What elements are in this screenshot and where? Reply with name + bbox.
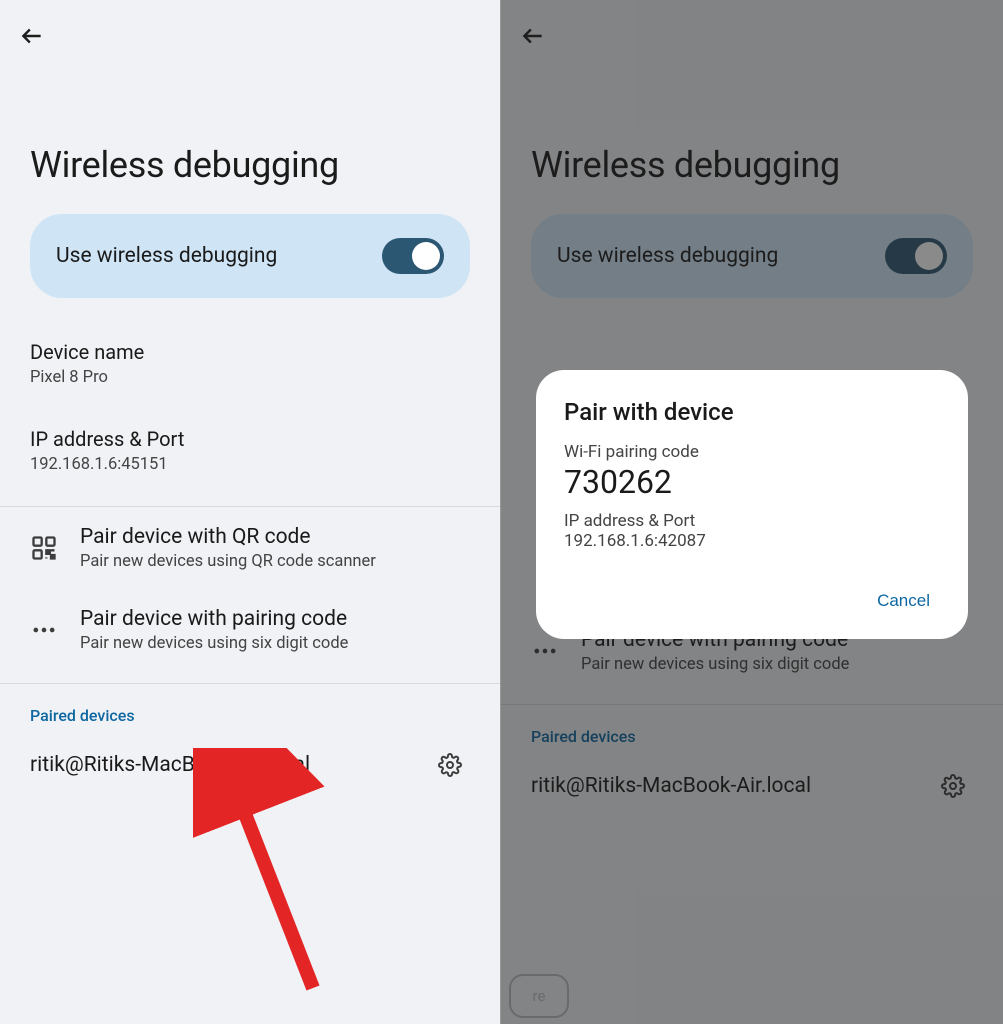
pair-qr-row[interactable]: Pair device with QR code Pair new device… bbox=[0, 507, 500, 589]
screen-wireless-debugging: Wireless debugging Use wireless debuggin… bbox=[0, 0, 501, 1024]
arrow-back-icon bbox=[19, 23, 45, 49]
appbar bbox=[0, 0, 500, 72]
device-name-value: Pixel 8 Pro bbox=[30, 368, 470, 387]
switch-thumb bbox=[412, 242, 440, 270]
cancel-button[interactable]: Cancel bbox=[867, 581, 940, 621]
page-title: Wireless debugging bbox=[0, 72, 500, 214]
pair-code-sub: Pair new devices using six digit code bbox=[80, 631, 470, 653]
dialog-ip-label: IP address & Port bbox=[564, 511, 940, 531]
pair-code-row[interactable]: Pair device with pairing code Pair new d… bbox=[0, 589, 500, 671]
paired-device-name: ritik@Ritiks-MacBook-Air.local bbox=[30, 753, 310, 777]
dialog-title: Pair with device bbox=[564, 398, 940, 442]
qr-code-icon bbox=[30, 534, 58, 562]
paired-device-row[interactable]: ritik@Ritiks-MacBook-Air.local bbox=[0, 735, 500, 807]
pairing-code-icon bbox=[30, 616, 58, 644]
gear-icon bbox=[438, 753, 462, 777]
modal-overlay[interactable]: Pair with device Wi-Fi pairing code 7302… bbox=[501, 0, 1003, 1024]
ip-port-value: 192.168.1.6:45151 bbox=[30, 455, 470, 474]
paired-device-settings-button[interactable] bbox=[430, 745, 470, 785]
ip-port-label: IP address & Port bbox=[30, 427, 470, 455]
wireless-debugging-toggle-card[interactable]: Use wireless debugging bbox=[30, 214, 470, 298]
pairing-code-label: Wi-Fi pairing code bbox=[564, 442, 940, 463]
toggle-label: Use wireless debugging bbox=[56, 244, 277, 268]
pair-qr-title: Pair device with QR code bbox=[80, 525, 470, 549]
device-name-label: Device name bbox=[30, 340, 470, 368]
pair-qr-sub: Pair new devices using QR code scanner bbox=[80, 549, 470, 571]
dialog-ip-value: 192.168.1.6:42087 bbox=[564, 531, 940, 581]
paired-devices-header: Paired devices bbox=[0, 684, 500, 735]
back-button[interactable] bbox=[8, 12, 56, 60]
toggle-switch[interactable] bbox=[382, 238, 444, 274]
screen-wireless-debugging-dialog: Wireless debugging Use wireless debuggin… bbox=[501, 0, 1003, 1024]
ip-port-row: IP address & Port 192.168.1.6:45151 bbox=[0, 407, 500, 494]
pairing-code-value: 730262 bbox=[564, 463, 940, 511]
pair-with-device-dialog: Pair with device Wi-Fi pairing code 7302… bbox=[536, 370, 968, 639]
pair-code-title: Pair device with pairing code bbox=[80, 607, 470, 631]
device-name-row[interactable]: Device name Pixel 8 Pro bbox=[0, 320, 500, 407]
